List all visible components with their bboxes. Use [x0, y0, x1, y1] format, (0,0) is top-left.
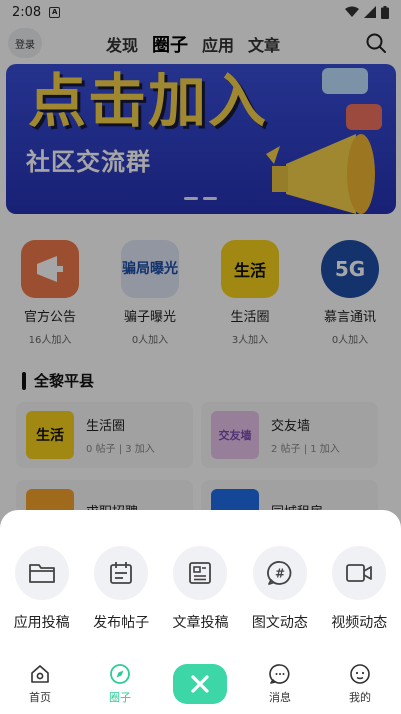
nav-label: 我的	[349, 691, 371, 704]
publish-actions: 应用投稿 发布帖子 文章投稿 # 图文动态 视频动态	[0, 546, 401, 632]
folder-icon	[14, 546, 69, 600]
compass-icon	[110, 664, 130, 684]
nav-home[interactable]: 首页	[0, 663, 80, 705]
action-label: 视频动态	[331, 615, 388, 631]
action-label: 应用投稿	[13, 615, 70, 631]
nav-label: 首页	[29, 691, 51, 704]
action-label: 发布帖子	[93, 615, 150, 631]
action-image-post[interactable]: # 图文动态	[241, 546, 319, 632]
face-icon	[350, 664, 370, 684]
nav-circle[interactable]: 圈子	[80, 663, 160, 705]
nav-label: 消息	[269, 691, 291, 704]
nav-label: 圈子	[109, 691, 131, 704]
video-icon	[332, 546, 387, 600]
nav-messages[interactable]: 消息	[240, 663, 320, 705]
action-article-submit[interactable]: 文章投稿	[161, 546, 239, 632]
svg-text:#: #	[275, 567, 285, 581]
home-icon	[31, 665, 49, 683]
calendar-icon	[94, 546, 149, 600]
message-icon	[269, 664, 290, 684]
action-label: 图文动态	[251, 615, 308, 631]
action-app-submit[interactable]: 应用投稿	[3, 546, 81, 632]
publish-sheet: 应用投稿 发布帖子 文章投稿 # 图文动态 视频动态 首页 圈子 消息 我的	[0, 510, 401, 714]
close-button[interactable]	[173, 664, 227, 704]
bottom-nav: 首页 圈子 消息 我的	[0, 654, 401, 714]
nav-me[interactable]: 我的	[320, 663, 400, 705]
close-icon	[191, 675, 209, 693]
action-post[interactable]: 发布帖子	[82, 546, 160, 632]
action-video-post[interactable]: 视频动态	[320, 546, 398, 632]
newspaper-icon	[173, 546, 228, 600]
nav-close[interactable]	[160, 664, 240, 704]
action-label: 文章投稿	[172, 615, 229, 631]
hashtag-chat-icon: #	[252, 546, 307, 600]
